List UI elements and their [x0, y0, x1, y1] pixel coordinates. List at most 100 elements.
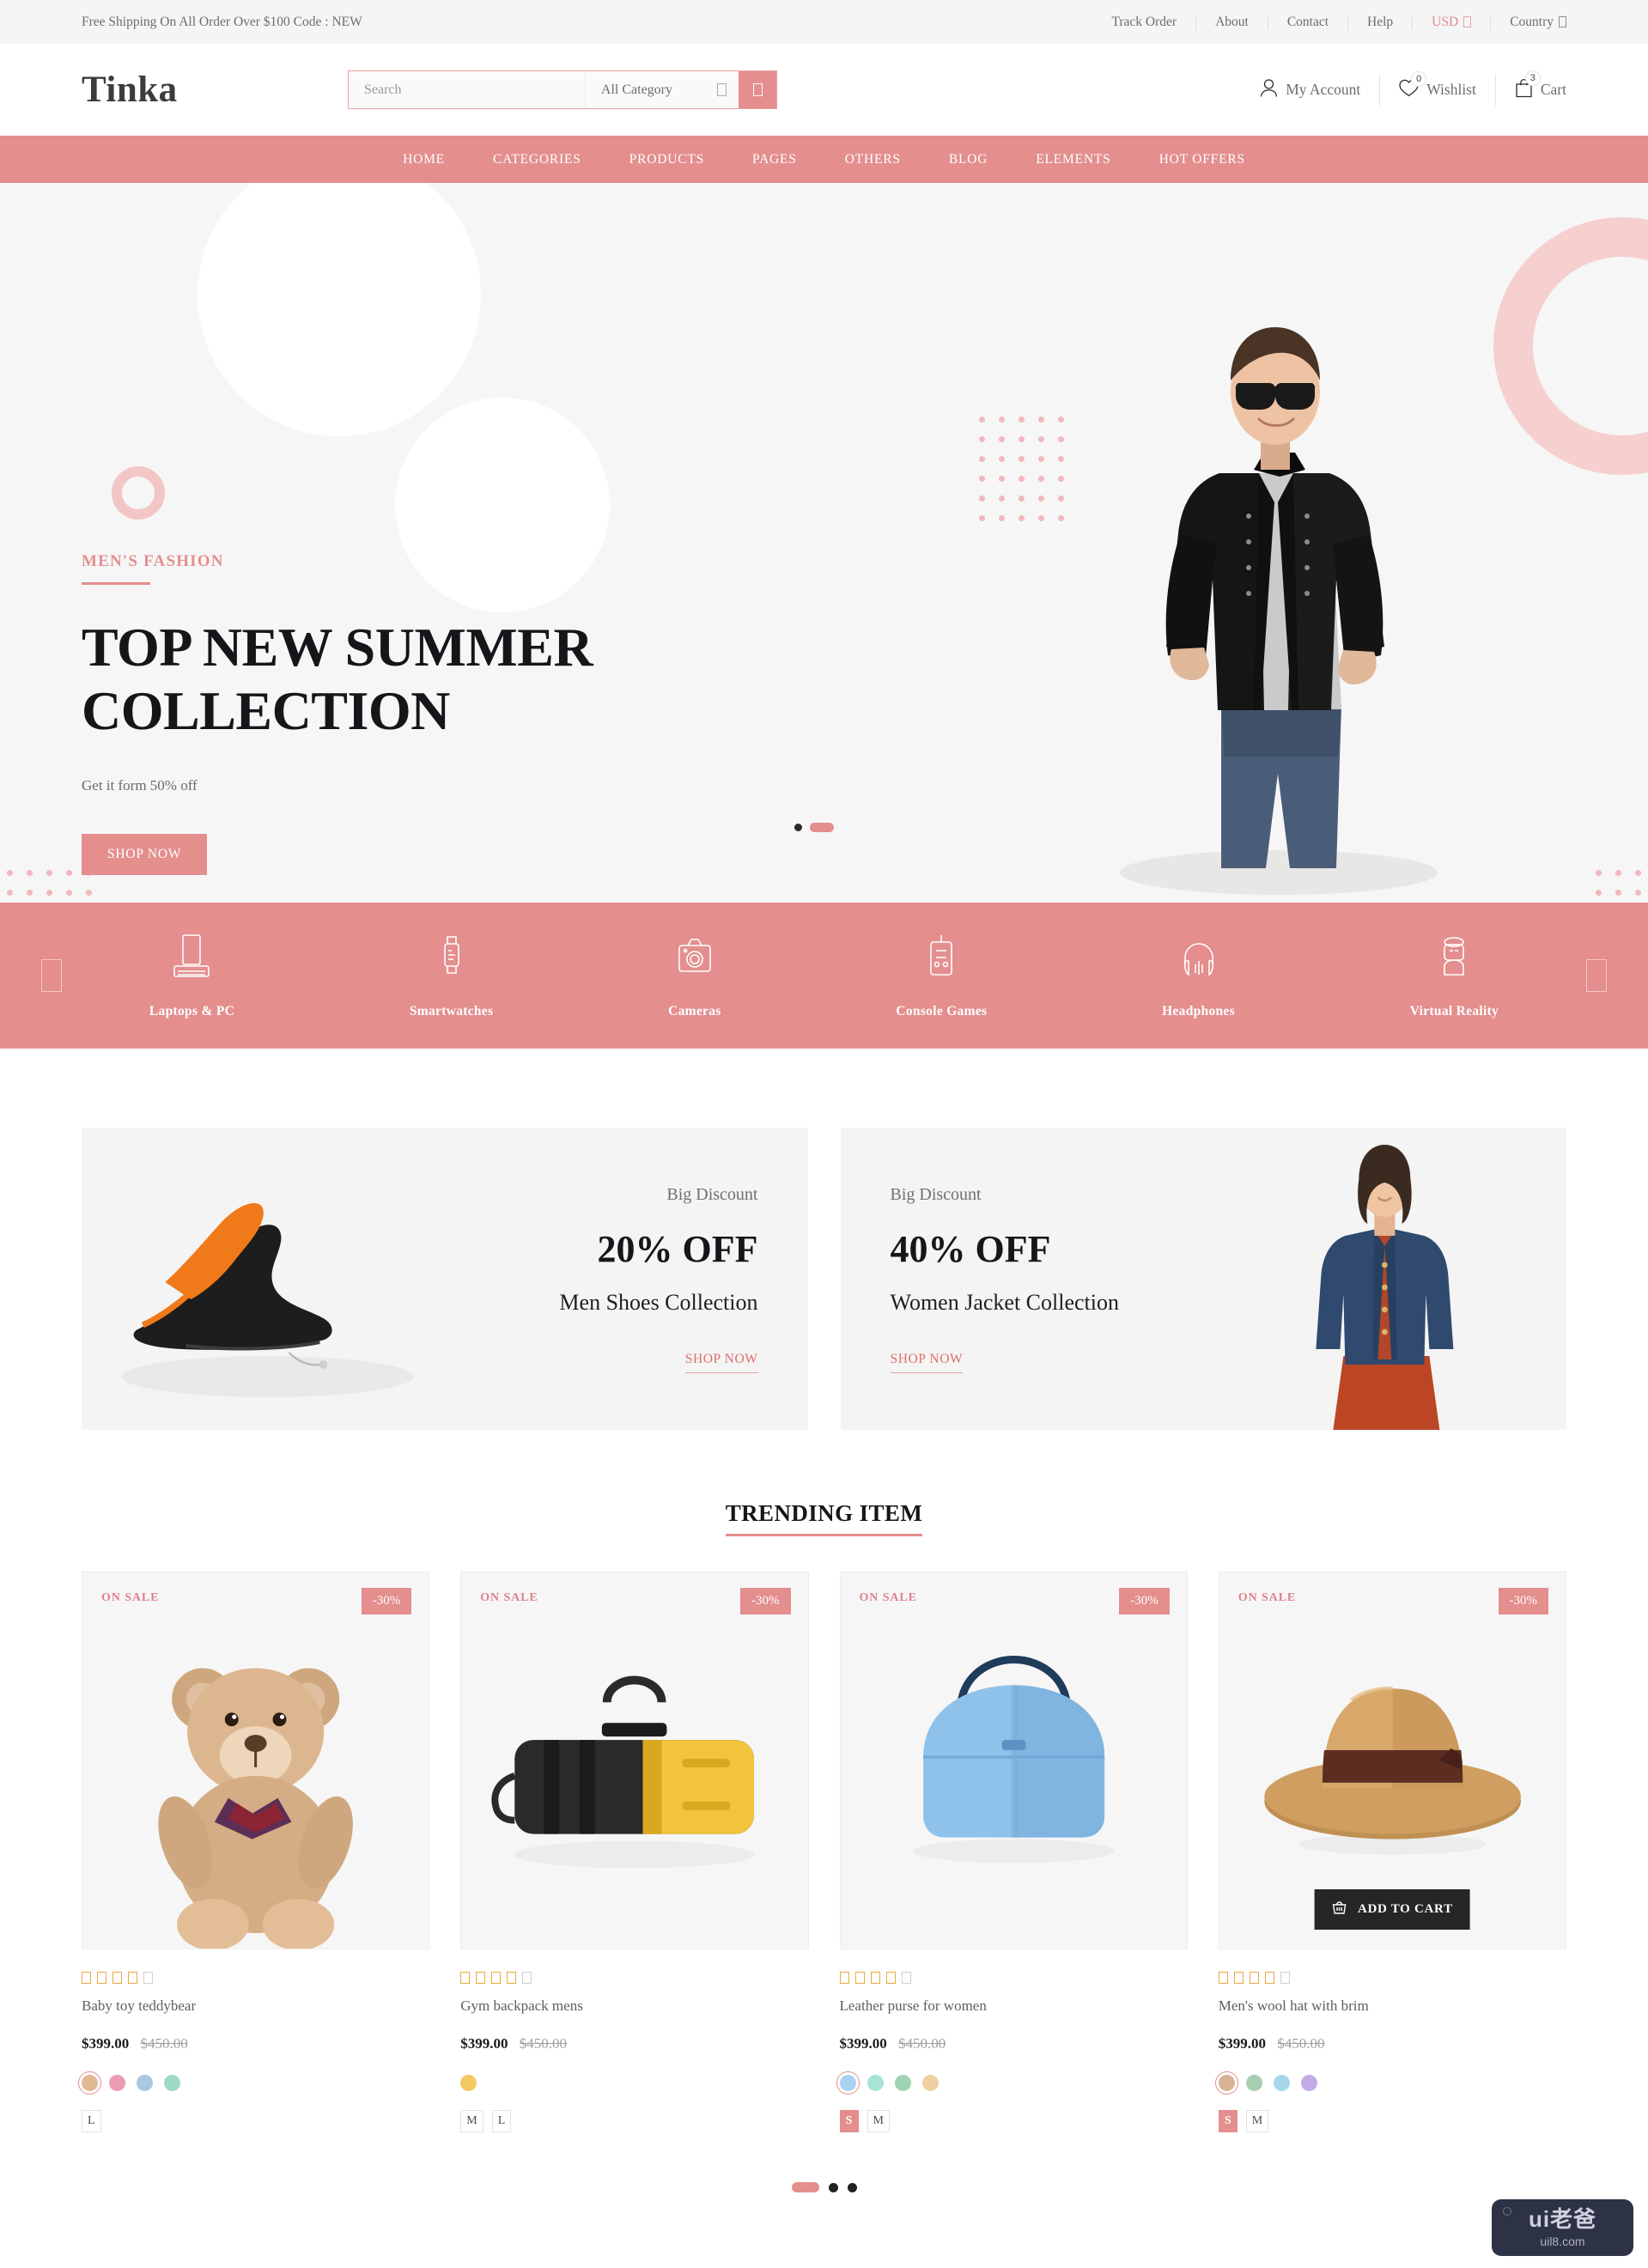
promo-shop-now-link[interactable]: SHOP NOW	[684, 1352, 758, 1373]
size-option[interactable]: M	[460, 2110, 483, 2132]
on-sale-badge: ON SALE	[101, 1591, 160, 1604]
product-card[interactable]: ON SALE -30% ADD TO CART Men's wool hat …	[1214, 1572, 1566, 2132]
hero-shop-now-button[interactable]: SHOP NOW	[82, 834, 208, 876]
color-swatch[interactable]	[1245, 2075, 1262, 2091]
discount-badge: -30%	[1498, 1588, 1548, 1614]
topbar-link-contact[interactable]: Contact	[1268, 14, 1349, 30]
product-card[interactable]: ON SALE -30% Leather purse for women $39…	[836, 1572, 1188, 2132]
add-to-cart-button[interactable]: ADD TO CART	[1314, 1889, 1470, 1930]
nav-item-others[interactable]: OTHERS	[821, 152, 925, 167]
nav-item-hot-offers[interactable]: HOT OFFERS	[1135, 152, 1269, 167]
hero-decoration-ring	[112, 466, 165, 520]
hero-slider-dot-1[interactable]	[794, 824, 802, 831]
category-prev-button[interactable]	[41, 959, 62, 992]
size-option-selected[interactable]: S	[839, 2110, 859, 2132]
wishlist-button[interactable]: 0 Wishlist	[1380, 70, 1496, 106]
nav-item-pages[interactable]: PAGES	[728, 152, 821, 167]
product-name[interactable]: Baby toy teddybear	[82, 1997, 429, 2015]
color-swatch[interactable]	[921, 2075, 939, 2091]
bag-icon: 3	[1515, 70, 1541, 102]
country-selector[interactable]: Country	[1491, 15, 1566, 30]
product-price-current: $399.00	[460, 2035, 508, 2052]
on-sale-badge: ON SALE	[859, 1591, 917, 1604]
color-swatch[interactable]	[137, 2075, 153, 2091]
category-item-cameras[interactable]: Cameras	[668, 932, 721, 1019]
promo-title: Women Jacket Collection	[890, 1289, 1120, 1315]
site-logo[interactable]: Tinka	[82, 69, 348, 111]
topbar-link-help[interactable]: Help	[1348, 14, 1414, 30]
category-item-headphones[interactable]: Headphones	[1162, 932, 1235, 1019]
hero-subtitle: Get it form 50% off	[82, 777, 198, 794]
search-submit-button[interactable]	[739, 71, 776, 108]
size-option[interactable]: L	[82, 2110, 101, 2132]
product-image-duffel-bag[interactable]: ON SALE -30%	[460, 1572, 809, 1949]
topbar-link-about[interactable]: About	[1196, 14, 1268, 30]
category-item-console-games[interactable]: Console Games	[896, 932, 987, 1019]
color-swatch[interactable]	[109, 2075, 125, 2091]
product-sizes: S M	[1218, 2110, 1566, 2132]
product-card[interactable]: ON SALE -30% Baby toy teddybear $399.00 …	[78, 1572, 430, 2132]
promo-title: Men Shoes Collection	[559, 1289, 758, 1315]
promo-image-woman-jacket	[1203, 1128, 1566, 1430]
nav-item-products[interactable]: PRODUCTS	[605, 152, 728, 167]
product-name[interactable]: Men's wool hat with brim	[1219, 1997, 1566, 2015]
category-dropdown[interactable]: All Category	[584, 71, 739, 108]
color-swatch-selected[interactable]	[836, 2071, 860, 2095]
product-name[interactable]: Leather purse for women	[840, 1997, 1188, 2015]
products-slider-pagination	[0, 2182, 1648, 2192]
product-card[interactable]: ON SALE -30% Gym backpack mens $399.00 $…	[460, 1572, 809, 2132]
category-next-button[interactable]	[1586, 959, 1607, 992]
size-option-selected[interactable]: S	[1218, 2110, 1238, 2132]
my-account-button[interactable]: My Account	[1241, 74, 1381, 106]
color-swatch[interactable]	[867, 2075, 884, 2091]
hero-slider-dot-2-active[interactable]	[810, 823, 834, 832]
console-icon	[896, 932, 987, 985]
promo-banner-shoes[interactable]: Big Discount 20% OFF Men Shoes Collectio…	[82, 1128, 808, 1430]
product-price-current: $399.00	[82, 2035, 130, 2052]
products-slider-dot-1-active[interactable]	[791, 2182, 819, 2192]
nav-item-blog[interactable]: BLOG	[925, 152, 1012, 167]
product-image-leather-purse[interactable]: ON SALE -30%	[839, 1572, 1188, 1949]
promo-banner-jacket[interactable]: Big Discount 40% OFF Women Jacket Collec…	[840, 1128, 1566, 1430]
color-swatch-selected[interactable]	[1214, 2071, 1238, 2095]
search-input[interactable]	[349, 71, 585, 108]
star-icon	[82, 1972, 91, 1984]
color-swatch[interactable]	[1273, 2075, 1290, 2091]
color-swatch[interactable]	[1300, 2075, 1317, 2091]
nav-item-elements[interactable]: ELEMENTS	[1012, 152, 1134, 167]
color-swatch-selected[interactable]	[78, 2071, 101, 2095]
color-swatch[interactable]	[164, 2075, 180, 2091]
category-item-virtual-reality[interactable]: Virtual Reality	[1410, 932, 1499, 1019]
topbar-links: Track Order About Contact Help USD Count…	[1092, 14, 1566, 30]
promo-discount: 20% OFF	[597, 1227, 758, 1270]
size-option[interactable]: M	[867, 2110, 890, 2132]
products-slider-dot-2[interactable]	[828, 2182, 838, 2192]
topbar-link-track-order[interactable]: Track Order	[1092, 14, 1197, 30]
hero-content: MEN'S FASHION TOP NEW SUMMER COLLECTION …	[82, 552, 593, 876]
topbar-link-label: Track Order	[1111, 14, 1177, 29]
color-swatch[interactable]	[460, 2075, 477, 2091]
product-image-teddy-bear[interactable]: ON SALE -30%	[82, 1572, 430, 1949]
hero-slider-pagination	[794, 823, 834, 832]
currency-selector[interactable]: USD	[1413, 14, 1492, 30]
category-item-laptops[interactable]: Laptops & PC	[149, 932, 234, 1019]
product-sizes: S M	[839, 2110, 1188, 2132]
product-image-wool-hat[interactable]: ON SALE -30% ADD TO CART	[1218, 1572, 1566, 1949]
cart-button[interactable]: 3 Cart	[1496, 70, 1566, 106]
product-color-swatches	[460, 2075, 808, 2091]
nav-item-categories[interactable]: CATEGORIES	[469, 152, 605, 167]
topbar-link-label: About	[1215, 14, 1249, 29]
star-icon	[476, 1972, 486, 1984]
size-option[interactable]: M	[1245, 2110, 1269, 2132]
products-slider-dot-3[interactable]	[847, 2182, 857, 2192]
product-color-swatches	[1214, 2071, 1566, 2095]
wishlist-count-badge: 0	[1411, 70, 1427, 87]
size-option[interactable]: L	[491, 2110, 512, 2132]
category-item-smartwatches[interactable]: Smartwatches	[410, 932, 493, 1019]
product-name[interactable]: Gym backpack mens	[460, 1997, 808, 2015]
country-label: Country	[1510, 14, 1554, 29]
camera-icon	[668, 932, 721, 985]
nav-item-home[interactable]: HOME	[379, 152, 469, 167]
promo-shop-now-link[interactable]: SHOP NOW	[890, 1352, 964, 1373]
color-swatch[interactable]	[894, 2075, 911, 2091]
